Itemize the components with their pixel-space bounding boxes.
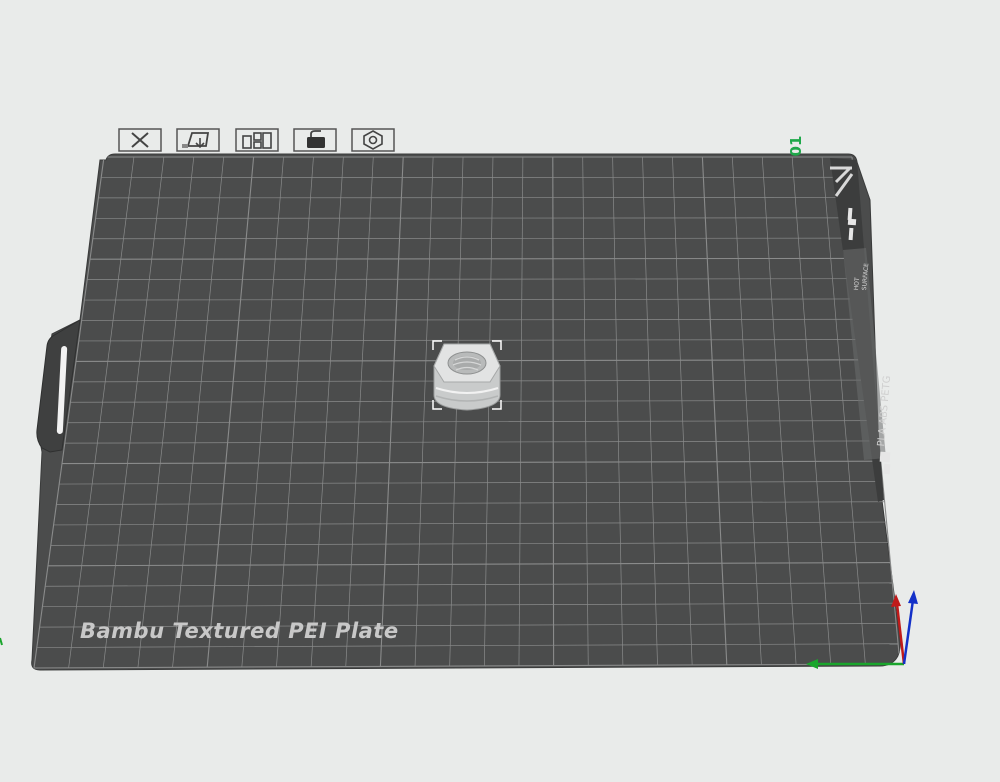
hex-nut-object[interactable] bbox=[433, 343, 501, 411]
lock-plate-button[interactable] bbox=[293, 128, 337, 152]
plate-settings-button[interactable] bbox=[351, 128, 395, 152]
auto-orient-button[interactable] bbox=[176, 128, 220, 152]
lock-plate-icon bbox=[293, 128, 337, 152]
plate-name-label: Bambu Textured PEI Plate bbox=[80, 619, 399, 643]
arrange-icon bbox=[235, 128, 279, 152]
plate-hot-label-1: HOT bbox=[853, 277, 862, 291]
build-plate-canvas[interactable] bbox=[0, 0, 1000, 782]
arrange-button[interactable] bbox=[235, 128, 279, 152]
plate-settings-icon bbox=[351, 128, 395, 152]
plate-index-label[interactable]: 01 bbox=[786, 134, 806, 158]
remove-plate-button[interactable] bbox=[118, 128, 162, 152]
3d-viewport[interactable]: 01 Bambu Textured PEI Plate PLA ABS PETG… bbox=[0, 0, 1000, 782]
remove-plate-icon bbox=[118, 128, 162, 152]
build-plate[interactable] bbox=[31, 153, 901, 671]
auto-orient-icon bbox=[176, 128, 220, 152]
axis-tick-left bbox=[0, 637, 3, 646]
